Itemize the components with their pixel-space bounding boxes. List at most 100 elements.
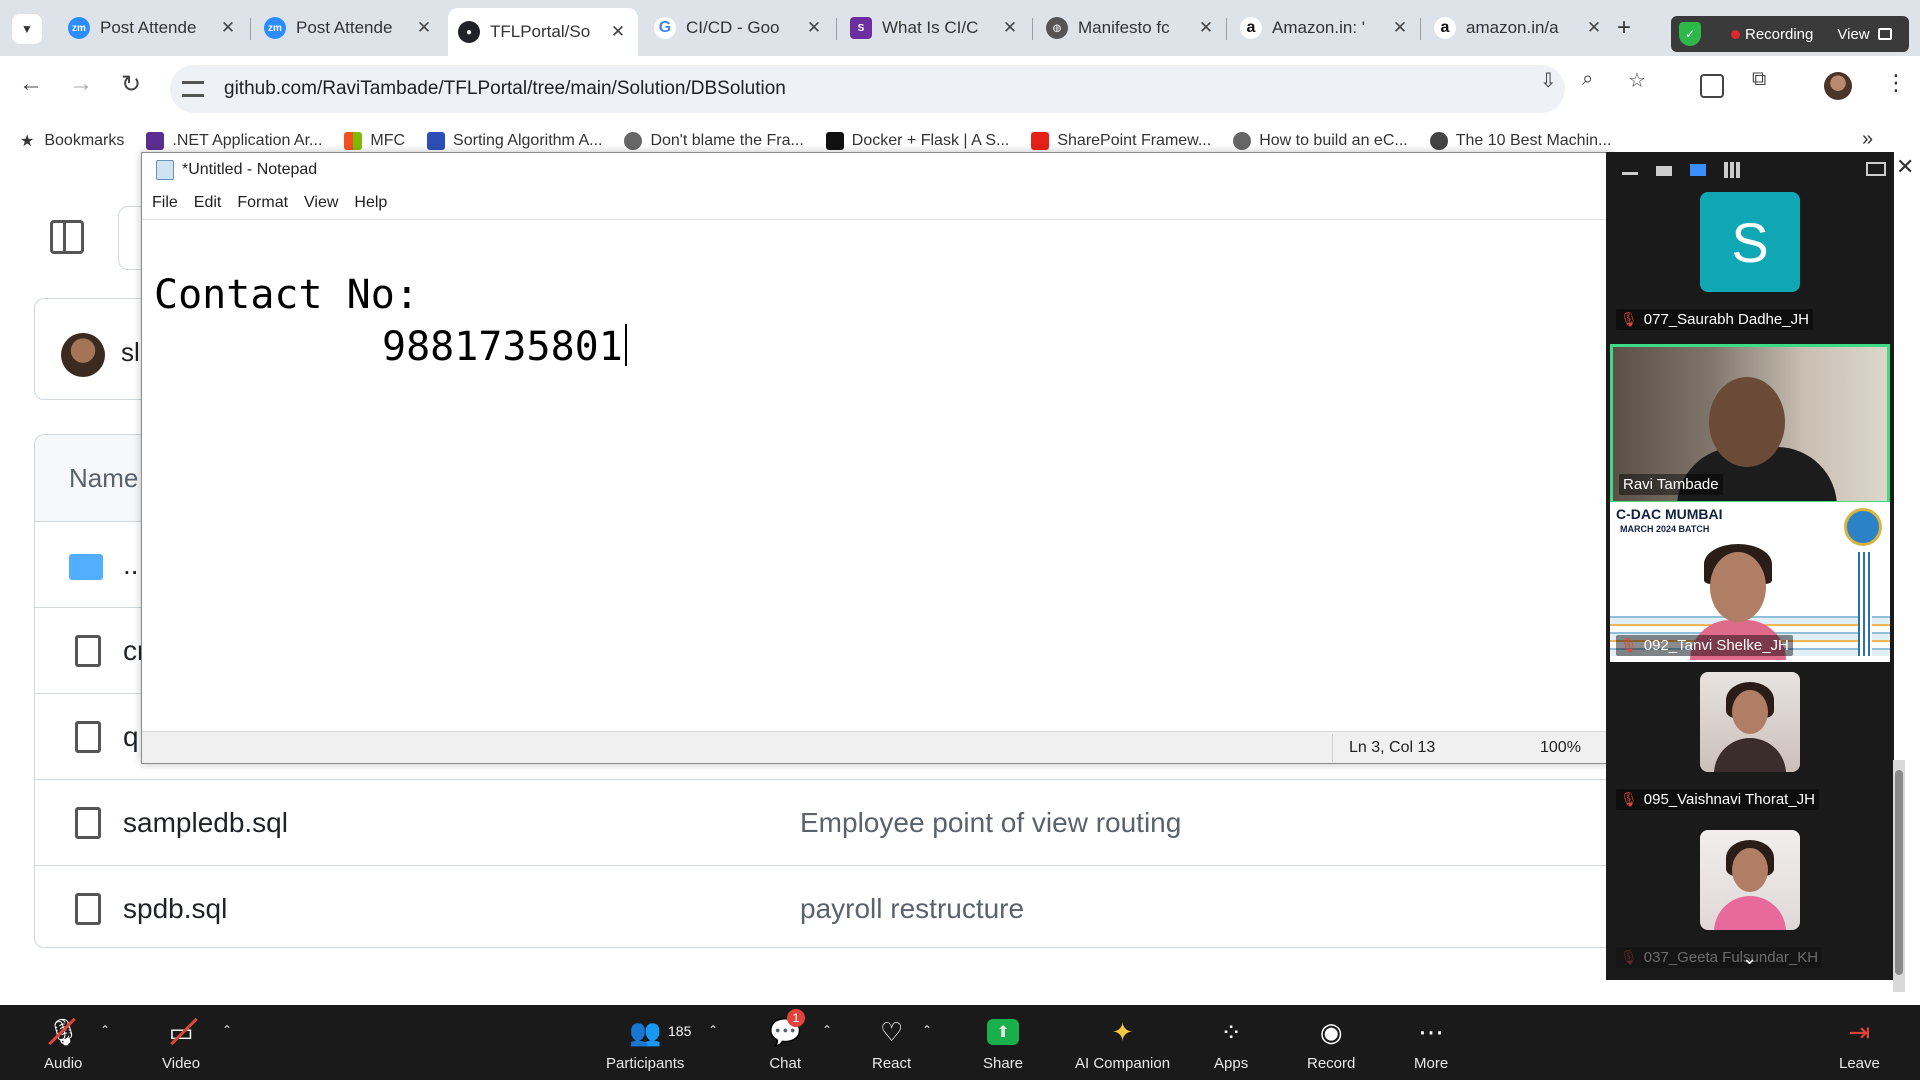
participant-name: 095_Vaishnavi Thorat_JH [1643, 791, 1815, 808]
close-icon[interactable]: ✕ [1390, 18, 1410, 38]
notepad-titlebar[interactable]: *Untitled - Notepad [142, 153, 1610, 187]
view-button[interactable]: View [1837, 26, 1869, 43]
kebab-menu-icon[interactable]: ⋮ [1885, 70, 1907, 96]
close-icon[interactable]: ✕ [1896, 154, 1914, 180]
bookmark-item[interactable]: Docker + Flask | A S... [825, 132, 1010, 150]
browser-tab[interactable]: S What Is CI/C ✕ [840, 8, 1030, 48]
bookmark-item[interactable]: How to build an eC... [1233, 132, 1408, 150]
bookmark-label: Docker + Flask | A S... [851, 132, 1010, 149]
react-button[interactable]: ♡ React [872, 1015, 911, 1072]
close-icon[interactable]: ✕ [804, 18, 824, 38]
chevron-up-icon[interactable]: ⌃ [708, 1023, 718, 1037]
scrollbar[interactable] [1893, 760, 1905, 992]
bookmark-star-icon[interactable]: ☆ [1628, 68, 1646, 93]
tab-search-button[interactable]: ▼ [12, 14, 42, 44]
close-icon[interactable]: ✕ [218, 18, 238, 38]
menu-view[interactable]: View [304, 194, 338, 212]
chat-button[interactable]: 💬 1 Chat [769, 1009, 805, 1072]
share-button[interactable]: ⬆ Share [983, 1015, 1023, 1072]
participant-tile[interactable]: 🎙 095_Vaishnavi Thorat_JH [1610, 662, 1890, 816]
record-button[interactable]: ◉ Record [1307, 1015, 1355, 1072]
apps-button[interactable]: ⁘ Apps [1214, 1015, 1248, 1072]
back-arrow-icon[interactable]: ← [14, 70, 48, 98]
bookmark-item[interactable]: The 10 Best Machin... [1429, 132, 1611, 150]
menu-edit[interactable]: Edit [194, 194, 222, 212]
url-text[interactable]: github.com/RaviTambade/TFLPortal/tree/ma… [224, 78, 786, 100]
recording-dot-icon [1731, 29, 1740, 39]
forward-arrow-icon[interactable]: → [64, 70, 98, 98]
video-button[interactable]: ▭ Video [162, 1015, 200, 1072]
bookmark-item[interactable]: MFC [344, 132, 405, 150]
browser-tab[interactable]: a amazon.in/a ✕ [1424, 8, 1614, 48]
zoom-magnifier-icon[interactable]: ⌕ [1582, 68, 1593, 91]
popout-icon[interactable] [1866, 162, 1886, 176]
chevron-down-icon[interactable]: ⌄ [1742, 948, 1757, 969]
apps-icon: ⁘ [1220, 1017, 1242, 1047]
bookmark-item[interactable]: Don't blame the Fra... [624, 132, 804, 150]
chevron-up-icon[interactable]: ⌃ [922, 1023, 932, 1037]
speaker-view-icon[interactable] [1690, 164, 1706, 176]
browser-tab[interactable]: a Amazon.in: ' ✕ [1230, 8, 1420, 48]
participant-tile[interactable]: C-DAC MUMBAI MARCH 2024 BATCH 🎙 092_Tanv… [1610, 502, 1890, 662]
new-tab-button[interactable]: + [1617, 14, 1631, 42]
close-icon[interactable]: ✕ [608, 22, 628, 42]
close-icon[interactable]: ✕ [414, 18, 434, 38]
browser-tab-active[interactable]: ● TFLPortal/So ✕ [448, 8, 638, 56]
more-button[interactable]: ⋯ More [1414, 1015, 1448, 1072]
table-row[interactable]: sampledb.sql Employee point of view rout… [35, 779, 1623, 865]
bookmark-label: Bookmarks [44, 132, 125, 149]
bookmark-item[interactable]: .NET Application Ar... [146, 132, 322, 150]
participant-label: Ravi Tambade [1619, 474, 1723, 495]
site-settings-icon[interactable] [182, 81, 204, 97]
bookmark-item[interactable]: Sorting Algorithm A... [427, 132, 602, 150]
omnibox[interactable]: github.com/RaviTambade/TFLPortal/tree/ma… [170, 65, 1565, 113]
close-icon[interactable]: ✕ [1584, 18, 1604, 38]
menu-format[interactable]: Format [237, 194, 288, 212]
file-name[interactable]: q [123, 721, 139, 753]
puzzle-icon[interactable]: ⧉ [1752, 68, 1766, 91]
file-name[interactable]: .. [123, 549, 139, 581]
bookmark-item[interactable]: ★ Bookmarks [20, 131, 124, 151]
close-icon[interactable]: ✕ [1000, 18, 1020, 38]
participant-video-tile[interactable]: Ravi Tambade [1610, 344, 1890, 504]
chevron-up-icon[interactable]: ⌃ [822, 1023, 832, 1037]
table-row[interactable]: spdb.sql payroll restructure [35, 865, 1623, 947]
menu-help[interactable]: Help [354, 194, 387, 212]
commit-message[interactable]: payroll restructure [800, 893, 1024, 925]
participant-label: 🎙 092_Tanvi Shelke_JH [1616, 635, 1793, 656]
share-label: Share [983, 1055, 1024, 1072]
chevron-right-icon[interactable]: » [1862, 128, 1873, 151]
participant-tile[interactable]: S 🎙 077_Saurabh Dadhe_JH [1610, 182, 1890, 336]
browser-tab[interactable]: ◍ Manifesto fc ✕ [1036, 8, 1226, 48]
avatar[interactable] [61, 333, 105, 377]
bookmark-item[interactable]: SharePoint Framew... [1031, 132, 1211, 150]
file-name[interactable]: spdb.sql [123, 893, 227, 925]
browser-tab[interactable]: zm Post Attende ✕ [58, 8, 248, 48]
window-title: *Untitled - Notepad [182, 161, 318, 178]
audio-button[interactable]: 🎙 Audio [44, 1015, 82, 1072]
close-icon[interactable]: ✕ [1196, 18, 1216, 38]
ai-companion-button[interactable]: ✦ AI Companion [1075, 1015, 1170, 1072]
extension-icon[interactable] [1700, 74, 1724, 98]
menu-file[interactable]: File [152, 194, 178, 212]
commit-message[interactable]: Employee point of view routing [800, 807, 1181, 839]
logo-badge-icon [1844, 508, 1882, 546]
gallery-view-icon[interactable] [1724, 162, 1740, 178]
minimize-icon[interactable] [1622, 172, 1638, 175]
thumbnail-view-icon[interactable] [1656, 166, 1672, 176]
text-editor[interactable]: Contact No: 9881735801 [142, 219, 1610, 727]
leave-button[interactable]: ⇥ Leave [1839, 1015, 1880, 1072]
commit-author[interactable]: sl [121, 337, 140, 368]
mic-muted-icon: 🎙 [1620, 311, 1638, 327]
profile-avatar[interactable] [1824, 72, 1852, 100]
chevron-up-icon[interactable]: ⌃ [222, 1023, 232, 1037]
browser-tab[interactable]: G CI/CD - Goo ✕ [644, 8, 834, 48]
chevron-up-icon[interactable]: ⌃ [100, 1023, 110, 1037]
reload-icon[interactable]: ↻ [114, 70, 148, 99]
browser-tab[interactable]: zm Post Attende ✕ [254, 8, 444, 48]
install-app-icon[interactable]: ⇩ [1540, 68, 1557, 93]
status-bar: Ln 3, Col 13 100% [142, 731, 1610, 763]
file-name[interactable]: sampledb.sql [123, 807, 288, 839]
sidebar-toggle-icon[interactable] [50, 220, 84, 254]
editor-line: 9881735801 [382, 324, 627, 370]
